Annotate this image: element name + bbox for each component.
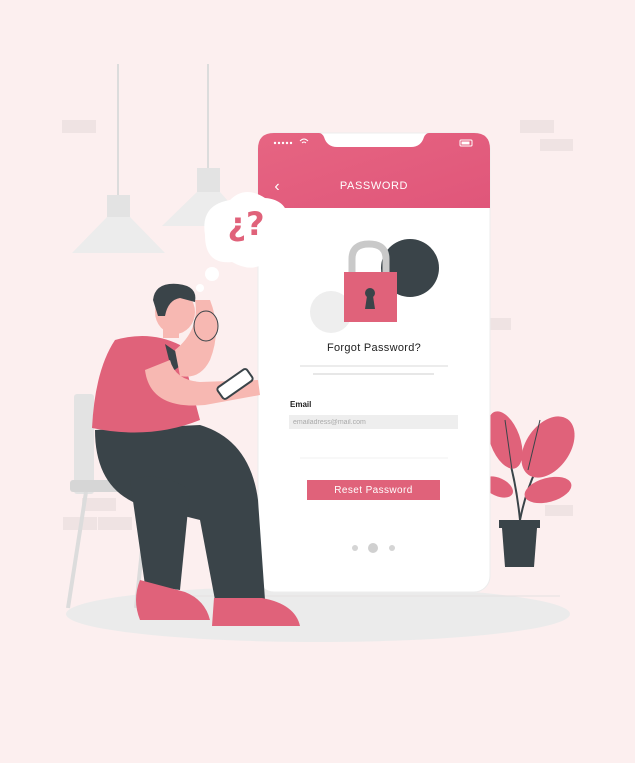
reset-password-button[interactable]: Reset Password [307, 480, 440, 500]
page-dot[interactable] [352, 545, 358, 551]
question-marks: ¿? [227, 205, 265, 243]
email-input[interactable] [289, 415, 458, 429]
header-title: PASSWORD [339, 180, 409, 192]
page-dot[interactable] [389, 545, 395, 551]
pendant-lamp-left [72, 64, 165, 253]
page-dot-active[interactable] [368, 543, 378, 553]
illustration-scene [62, 64, 575, 642]
potted-plant [483, 411, 575, 567]
phone-mockup [257, 132, 491, 593]
forgot-password-heading: Forgot Password? [326, 342, 422, 354]
email-label: Email [290, 400, 312, 409]
